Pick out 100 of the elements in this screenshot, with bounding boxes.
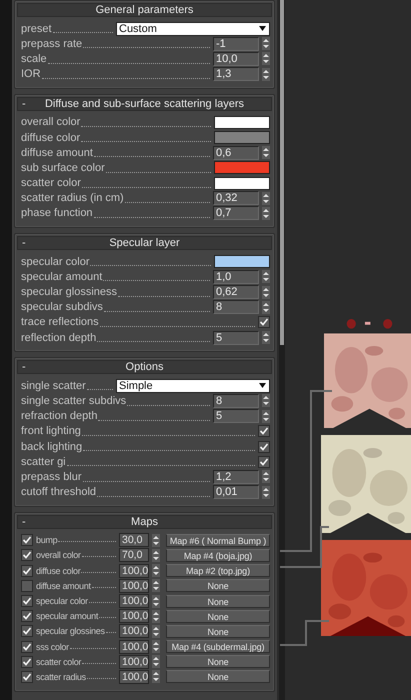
rollout-header[interactable]: - Maps — [17, 514, 272, 529]
spinner-icon[interactable] — [262, 270, 270, 284]
amount-field[interactable]: 100,0 — [119, 594, 149, 608]
checkbox[interactable] — [258, 425, 270, 438]
number-field[interactable]: 5 — [213, 409, 259, 424]
map-button[interactable]: Map #4 (subdermal.jpg) — [166, 640, 270, 654]
spinner-icon[interactable] — [152, 610, 160, 623]
checkbox[interactable] — [21, 564, 33, 577]
spinner-icon[interactable] — [262, 470, 270, 484]
spinner-icon[interactable] — [262, 206, 270, 220]
spinner-icon[interactable] — [262, 192, 270, 205]
rollout-title: Diffuse and sub-surface scattering layers — [44, 98, 246, 110]
number-field[interactable]: 1,2 — [213, 470, 259, 484]
checkbox[interactable] — [21, 534, 33, 546]
preset-dropdown[interactable]: Custom — [116, 22, 270, 36]
parameter-label: single scatter — [21, 380, 86, 392]
color-swatch[interactable] — [214, 131, 270, 144]
amount-field[interactable]: 100,0 — [119, 654, 149, 669]
caret-icon — [259, 26, 266, 32]
map-label: specular glossines — [36, 626, 105, 636]
checkbox[interactable] — [258, 316, 270, 328]
spinner-icon[interactable] — [152, 624, 160, 638]
checkbox[interactable] — [21, 625, 33, 638]
amount-field[interactable]: 100,0 — [119, 578, 149, 593]
checkbox[interactable] — [21, 656, 33, 668]
checkbox[interactable] — [21, 610, 33, 622]
rollout-header[interactable]: - Diffuse and sub-surface scattering layers — [17, 96, 272, 111]
spinner-icon[interactable] — [262, 331, 270, 344]
collapse-sign[interactable]: - — [18, 98, 32, 110]
spinner-icon[interactable] — [152, 579, 160, 592]
number-field[interactable]: 1,0 — [213, 270, 259, 284]
map-label: sss color — [36, 642, 69, 652]
map-button[interactable]: None — [166, 655, 270, 668]
rollout-title: Options — [124, 361, 164, 374]
map-button[interactable]: Map #6 ( Normal Bump ) — [166, 534, 270, 547]
spinner-icon[interactable] — [262, 146, 270, 160]
collapse-sign[interactable]: - — [18, 237, 32, 250]
color-swatch[interactable] — [214, 255, 270, 268]
map-button[interactable]: Map #4 (boja.jpg) — [166, 548, 270, 562]
preset-dropdown[interactable]: Simple — [116, 378, 270, 393]
number-field[interactable]: -1 — [213, 36, 259, 51]
amount-field[interactable]: 70,0 — [119, 548, 149, 562]
spinner-icon[interactable] — [152, 534, 160, 547]
rollout-title: Specular layer — [108, 237, 181, 250]
collapse-sign[interactable]: - — [18, 361, 32, 374]
rollout-header[interactable]: - Specular layer — [17, 236, 272, 250]
amount-field[interactable]: 30,0 — [119, 533, 149, 548]
amount-field[interactable]: 100,0 — [119, 564, 149, 578]
spinner-icon[interactable] — [262, 410, 270, 423]
rollout-header[interactable]: - Options — [17, 360, 272, 374]
map-label: bump — [36, 535, 58, 546]
spinner-icon[interactable] — [262, 286, 270, 299]
spinner-icon[interactable] — [152, 564, 160, 578]
color-swatch[interactable] — [214, 161, 270, 174]
spinner-icon[interactable] — [152, 670, 160, 684]
number-field[interactable]: 0,6 — [213, 146, 259, 160]
spinner-icon[interactable] — [262, 68, 270, 81]
spinner-icon[interactable] — [152, 594, 160, 608]
amount-field[interactable]: 100,0 — [119, 609, 149, 624]
checkbox[interactable] — [21, 640, 33, 653]
number-field[interactable]: 0,7 — [213, 206, 259, 220]
amount-field[interactable]: 100,0 — [119, 670, 149, 684]
number-field[interactable]: 0,32 — [213, 191, 259, 206]
checkbox[interactable] — [258, 456, 270, 468]
map-button[interactable]: None — [166, 624, 270, 638]
spinner-icon[interactable] — [152, 548, 160, 562]
amount-field[interactable]: 100,0 — [119, 624, 149, 638]
spinner-icon[interactable] — [262, 52, 270, 66]
map-button[interactable]: None — [166, 610, 270, 623]
number-field[interactable]: 8 — [213, 300, 259, 314]
map-button[interactable]: None — [166, 594, 270, 608]
scrollbar-thumb[interactable] — [280, 0, 284, 345]
checkbox[interactable] — [21, 549, 33, 562]
number-field[interactable]: 10,0 — [213, 52, 259, 66]
checkbox[interactable] — [21, 580, 33, 592]
map-button[interactable]: None — [166, 670, 270, 684]
spinner-icon[interactable] — [262, 486, 270, 499]
collapse-sign[interactable]: - — [18, 516, 32, 528]
rollout-title: Maps — [130, 516, 159, 528]
spinner-icon[interactable] — [152, 655, 160, 668]
spinner-icon[interactable] — [262, 300, 270, 314]
map-button[interactable]: Map #2 (top.jpg) — [166, 564, 270, 578]
spinner-icon[interactable] — [262, 394, 270, 408]
checkbox[interactable] — [21, 670, 33, 683]
map-button[interactable]: None — [166, 579, 270, 592]
color-swatch[interactable] — [214, 176, 270, 190]
parameter-label: back lighting — [21, 440, 82, 453]
number-field[interactable]: 0,62 — [213, 285, 259, 300]
spinner-icon[interactable] — [152, 640, 160, 654]
amount-field[interactable]: 100,0 — [119, 640, 149, 654]
checkbox[interactable] — [21, 595, 33, 608]
spinner-icon[interactable] — [262, 37, 270, 50]
rollout-title: General parameters — [94, 4, 194, 16]
number-field[interactable]: 5 — [213, 330, 259, 345]
checkbox[interactable] — [258, 440, 270, 453]
number-field[interactable]: 8 — [213, 394, 259, 408]
number-field[interactable]: 1,3 — [213, 67, 259, 82]
color-swatch[interactable] — [214, 116, 270, 129]
number-field[interactable]: 0,01 — [213, 485, 259, 500]
rollout-header[interactable]: General parameters — [17, 3, 272, 17]
